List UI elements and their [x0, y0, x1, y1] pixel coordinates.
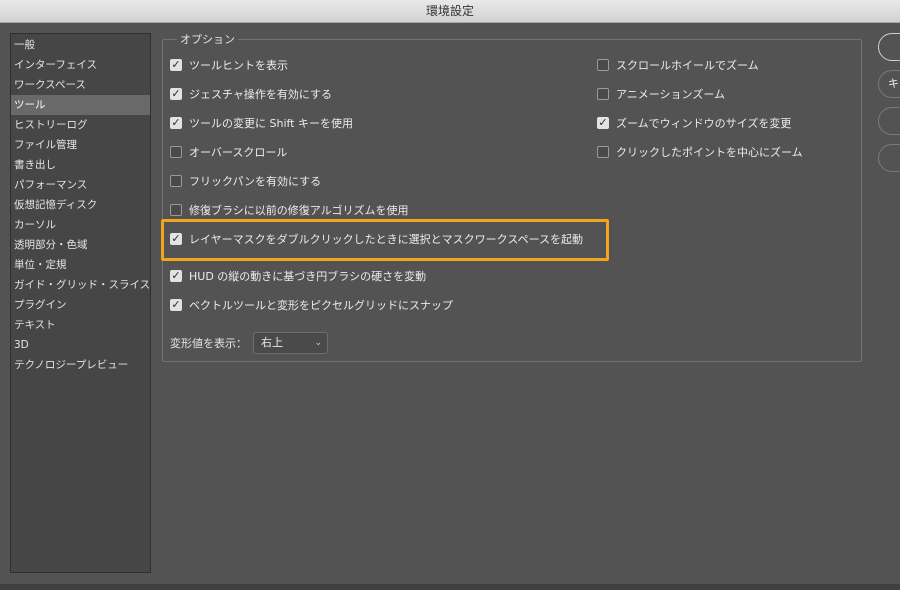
next-button[interactable]: [878, 144, 900, 172]
checkbox-zoom-resizes-windows[interactable]: ✓: [597, 117, 609, 129]
sidebar-item-general[interactable]: 一般: [11, 35, 150, 55]
option-label: ズームでウィンドウのサイズを変更: [616, 117, 792, 130]
options-legend: オプション: [177, 32, 238, 48]
option-overscroll[interactable]: オーバースクロール: [170, 145, 287, 161]
checkbox-enable-gestures[interactable]: ✓: [170, 88, 182, 100]
option-label: ジェスチャ操作を有効にする: [189, 88, 332, 101]
option-show-tooltips[interactable]: ✓ ツールヒントを表示: [170, 58, 288, 74]
sidebar-item-cursors[interactable]: カーソル: [11, 215, 150, 235]
checkbox-flick-panning[interactable]: [170, 175, 182, 187]
option-legacy-healing[interactable]: 修復ブラシに以前の修復アルゴリズムを使用: [170, 203, 408, 219]
checkbox-snap-to-pixel-grid[interactable]: ✓: [170, 299, 182, 311]
sidebar-item-technology-previews[interactable]: テクノロジープレビュー: [11, 355, 150, 375]
option-label: オーバースクロール: [189, 146, 288, 159]
option-enable-gestures[interactable]: ✓ ジェスチャ操作を有効にする: [170, 87, 332, 103]
sidebar-item-history-log[interactable]: ヒストリーログ: [11, 115, 150, 135]
sidebar-item-scratch-disks[interactable]: 仮想記憶ディスク: [11, 195, 150, 215]
checkbox-show-tooltips[interactable]: ✓: [170, 59, 182, 71]
option-animated-zoom[interactable]: アニメーションズーム: [597, 87, 725, 103]
sidebar-item-guides-grid-slices[interactable]: ガイド・グリッド・スライス: [11, 275, 150, 295]
option-label: HUD の縦の動きに基づき円ブラシの硬さを変動: [189, 270, 427, 283]
highlight-box: [161, 219, 609, 261]
option-label: クリックしたポイントを中心にズーム: [616, 146, 803, 159]
option-zoom-resizes-windows[interactable]: ✓ ズームでウィンドウのサイズを変更: [597, 116, 791, 132]
checkbox-zoom-scroll-wheel[interactable]: [597, 59, 609, 71]
option-label: ツールヒントを表示: [189, 59, 288, 72]
checkbox-hud-brush-hardness[interactable]: ✓: [170, 270, 182, 282]
checkbox-legacy-healing[interactable]: [170, 204, 182, 216]
sidebar-item-tools[interactable]: ツール: [11, 95, 150, 115]
option-use-shift-key[interactable]: ✓ ツールの変更に Shift キーを使用: [170, 116, 353, 132]
checkbox-use-shift-key[interactable]: ✓: [170, 117, 182, 129]
sidebar-item-transparency-gamut[interactable]: 透明部分・色域: [11, 235, 150, 255]
option-label: 修復ブラシに以前の修復アルゴリズムを使用: [189, 204, 409, 217]
option-label: ツールの変更に Shift キーを使用: [189, 117, 353, 130]
sidebar-item-type[interactable]: テキスト: [11, 315, 150, 335]
prev-button[interactable]: [878, 107, 900, 135]
preferences-sidebar: 一般 インターフェイス ワークスペース ツール ヒストリーログ ファイル管理 書…: [10, 33, 151, 573]
checkbox-overscroll[interactable]: [170, 146, 182, 158]
sidebar-item-3d[interactable]: 3D: [11, 335, 150, 355]
option-zoom-clicked-point[interactable]: クリックしたポイントを中心にズーム: [597, 145, 803, 161]
checkbox-zoom-clicked-point[interactable]: [597, 146, 609, 158]
sidebar-item-interface[interactable]: インターフェイス: [11, 55, 150, 75]
chevron-down-icon: ⌄: [314, 338, 322, 348]
sidebar-item-units-rulers[interactable]: 単位・定規: [11, 255, 150, 275]
option-hud-brush-hardness[interactable]: ✓ HUD の縦の動きに基づき円ブラシの硬さを変動: [170, 269, 426, 285]
window-title: 環境設定: [0, 0, 900, 23]
option-zoom-scroll-wheel[interactable]: スクロールホイールでズーム: [597, 58, 759, 74]
ok-button[interactable]: [878, 33, 900, 61]
checkbox-animated-zoom[interactable]: [597, 88, 609, 100]
sidebar-item-plugins[interactable]: プラグイン: [11, 295, 150, 315]
option-label: フリックパンを有効にする: [189, 175, 322, 188]
cancel-button[interactable]: キ: [878, 70, 900, 98]
option-label: ベクトルツールと変形をピクセルグリッドにスナップ: [189, 299, 453, 312]
window-bottom-edge: [0, 584, 900, 590]
sidebar-item-export[interactable]: 書き出し: [11, 155, 150, 175]
option-label: スクロールホイールでズーム: [616, 59, 759, 72]
sidebar-item-file-handling[interactable]: ファイル管理: [11, 135, 150, 155]
sidebar-item-performance[interactable]: パフォーマンス: [11, 175, 150, 195]
option-label: アニメーションズーム: [616, 88, 726, 101]
sidebar-item-workspace[interactable]: ワークスペース: [11, 75, 150, 95]
option-flick-panning[interactable]: フリックパンを有効にする: [170, 174, 321, 190]
transform-values-select[interactable]: 右上 ⌄: [253, 332, 328, 354]
option-snap-to-pixel-grid[interactable]: ✓ ベクトルツールと変形をピクセルグリッドにスナップ: [170, 298, 453, 314]
transform-values-selected: 右上: [261, 336, 283, 349]
transform-values-label: 変形値を表示：: [170, 337, 247, 350]
